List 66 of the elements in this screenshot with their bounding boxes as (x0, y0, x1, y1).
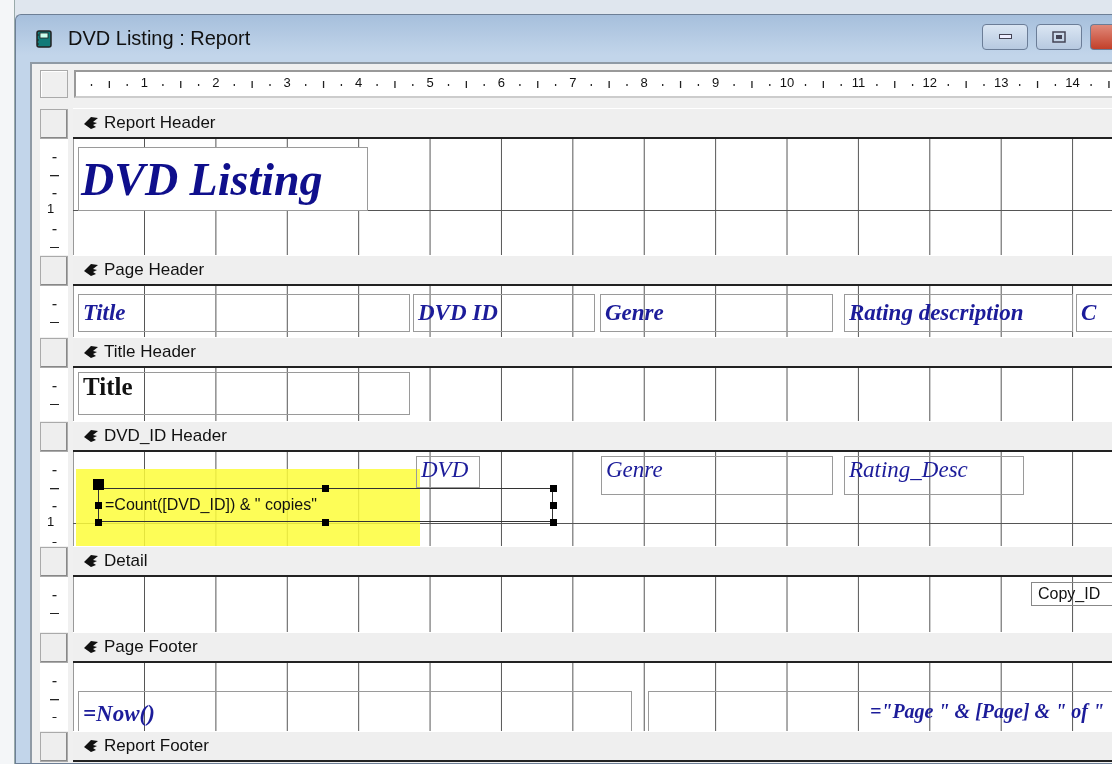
ruler-ticks-drawing (50, 681, 59, 719)
resize-handle[interactable] (94, 518, 102, 526)
section-arrow-icon (83, 345, 99, 359)
section-bar[interactable]: Report Header (73, 108, 1112, 139)
section-bar[interactable]: Title Header (73, 337, 1112, 368)
window-title: DVD Listing : Report (68, 27, 251, 50)
ruler-number: 13 (993, 75, 1009, 90)
section-arrow-icon (83, 429, 99, 443)
ruler-ticks-drawing (50, 595, 59, 615)
section-bar[interactable]: Page Footer (73, 632, 1112, 663)
maximize-button[interactable] (1036, 23, 1082, 50)
ruler-number: 9 (712, 75, 720, 90)
close-button[interactable] (1090, 23, 1112, 50)
section-bar[interactable]: Report Footer (73, 731, 1112, 762)
report-control[interactable]: Title (78, 372, 410, 415)
section-selector[interactable] (40, 256, 68, 286)
ruler-number: 8 (640, 75, 648, 90)
section-arrow-icon (83, 640, 99, 654)
section-selector[interactable] (40, 109, 68, 139)
section-selector[interactable] (40, 732, 68, 762)
ruler-number: 10 (779, 75, 795, 90)
resize-handle[interactable] (549, 518, 557, 526)
maximize-icon (1052, 30, 1066, 43)
minimize-button[interactable] (982, 23, 1028, 50)
section-selector[interactable] (40, 422, 68, 452)
report-control[interactable]: Genre (601, 456, 833, 495)
ruler-number: 1 (47, 514, 55, 529)
section-arrow-icon (83, 263, 99, 277)
resize-handle[interactable] (549, 484, 557, 492)
resize-handle[interactable] (322, 518, 329, 526)
ruler-number: 1 (140, 75, 148, 90)
report-control[interactable]: C (1076, 294, 1112, 332)
report-control[interactable]: Genre (600, 294, 833, 332)
resize-handle[interactable] (322, 484, 329, 492)
section-arrow-icon (83, 554, 99, 568)
section-selector[interactable] (40, 547, 68, 577)
ruler-number: 2 (212, 75, 220, 90)
ruler-number: 3 (283, 75, 291, 90)
ruler-ticks-drawing (50, 304, 59, 324)
section-selector[interactable] (40, 338, 68, 368)
report-control[interactable]: DVD ID (413, 294, 595, 332)
resize-handle[interactable] (94, 501, 102, 509)
section-arrow-icon (83, 739, 99, 753)
minimize-icon (998, 34, 1012, 39)
report-icon (36, 29, 52, 48)
report-control[interactable]: DVD (416, 456, 480, 488)
section-arrow-icon (83, 116, 99, 130)
section-bar[interactable]: DVD_ID Header (73, 421, 1112, 452)
section-bar[interactable]: Page Header (73, 255, 1112, 286)
move-handle[interactable] (93, 479, 104, 490)
ruler-number: 5 (426, 75, 434, 90)
report-control[interactable]: =Count([DVD_ID]) & " copies" (98, 488, 553, 522)
report-title[interactable]: DVD Listing (78, 147, 368, 211)
report-control[interactable]: Title (78, 294, 410, 332)
ruler-ticks-drawing (50, 386, 59, 406)
ruler-number: 7 (569, 75, 577, 90)
ruler-number: 11 (851, 75, 866, 90)
ruler-number: 4 (355, 75, 363, 90)
ruler-number: 12 (922, 75, 938, 90)
section-selector[interactable] (40, 633, 68, 663)
section-bar[interactable]: Detail (73, 546, 1112, 577)
select-report-box[interactable] (40, 70, 68, 98)
ruler-number: 6 (497, 75, 505, 90)
resize-handle[interactable] (549, 501, 557, 509)
ruler-number: 14 (1065, 75, 1080, 90)
ruler-number: 1 (47, 201, 55, 216)
